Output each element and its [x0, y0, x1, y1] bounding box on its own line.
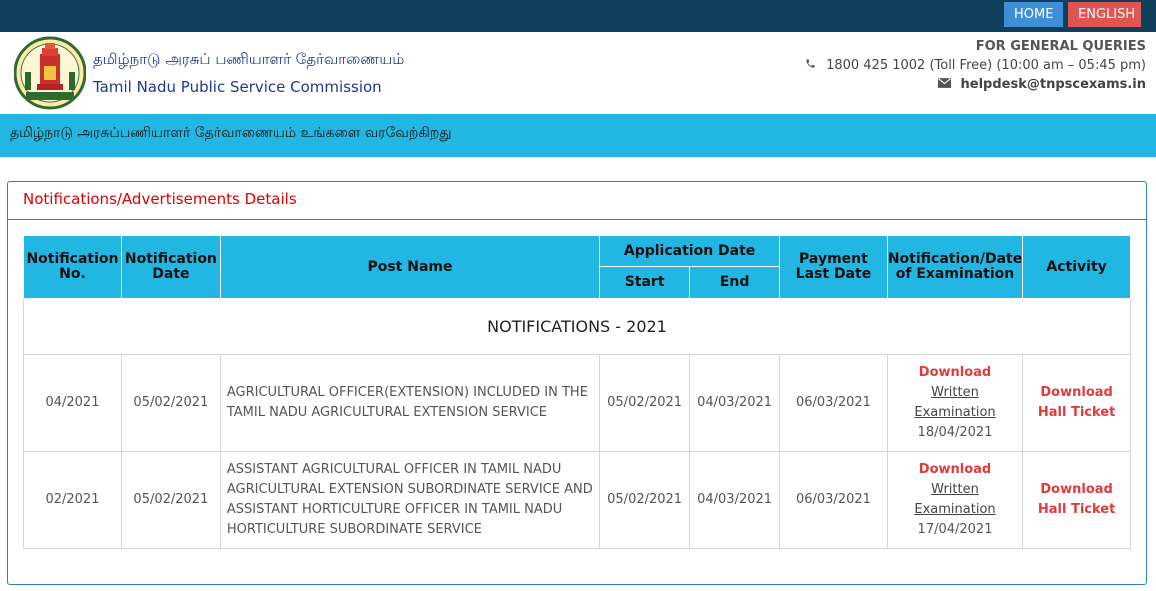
- org-name: Tamil Nadu Public Service Commission: [93, 78, 382, 96]
- phone-text: 1800 425 1002 (Toll Free) (10:00 am – 05…: [826, 58, 1146, 73]
- written-exam-link[interactable]: Written Examination: [894, 383, 1016, 423]
- download-notification-link[interactable]: Download: [894, 460, 1016, 480]
- cell-start: 05/02/2021: [599, 451, 691, 549]
- cell-start: 05/02/2021: [599, 354, 691, 452]
- table-row: 02/2021 05/02/2021 ASSISTANT AGRICULTURA…: [23, 451, 1131, 549]
- language-button[interactable]: ENGLISH: [1068, 2, 1141, 27]
- col-notification-no: Notification No.: [23, 235, 122, 299]
- email-row: helpdesk@tnpscexams.in: [805, 77, 1146, 92]
- col-post-name: Post Name: [219, 235, 601, 299]
- phone-row: 1800 425 1002 (Toll Free) (10:00 am – 05…: [805, 58, 1146, 73]
- download-notification-link[interactable]: Download: [894, 363, 1016, 383]
- col-notification-date: Notification Date: [120, 235, 221, 299]
- queries-title: FOR GENERAL QUERIES: [975, 39, 1146, 54]
- cell-post-name: ASSISTANT AGRICULTURAL OFFICER IN TAMIL …: [219, 451, 601, 549]
- exam-date: 18/04/2021: [917, 425, 993, 440]
- section-row: NOTIFICATIONS - 2021: [23, 298, 1131, 355]
- cell-payment-last: 06/03/2021: [779, 451, 888, 549]
- cell-notification-no: 02/2021: [23, 451, 122, 549]
- cell-end: 04/03/2021: [689, 354, 781, 452]
- cell-exam: Download Written Examination 17/04/2021: [886, 451, 1024, 549]
- welcome-banner: தமிழ்நாடு அரசுப்பணியாளர் தேர்வாணையம் உங்…: [0, 114, 1156, 157]
- col-exam-date: Notification/Date of Examination: [886, 235, 1024, 299]
- site-header: தமிழ்நாடு அரசுப் பணியாளர் தேர்வாணையம் Ta…: [0, 32, 1156, 114]
- section-title: NOTIFICATIONS - 2021: [23, 298, 1131, 355]
- col-application-date: Application Date: [599, 235, 781, 267]
- cell-notification-date: 05/02/2021: [120, 451, 221, 549]
- notifications-panel: Notifications/Advertisements Details Not…: [7, 181, 1147, 585]
- table-row: 04/2021 05/02/2021 AGRICULTURAL OFFICER(…: [23, 354, 1131, 452]
- cell-notification-date: 05/02/2021: [120, 354, 221, 452]
- notifications-table: Notification No. Notification Date Post …: [23, 235, 1131, 549]
- cell-activity: Download Hall Ticket: [1022, 354, 1131, 452]
- cell-payment-last: 06/03/2021: [779, 354, 888, 452]
- home-button[interactable]: HOME: [1004, 2, 1063, 27]
- col-payment-last-date: Payment Last Date: [779, 235, 888, 299]
- exam-date: 17/04/2021: [917, 522, 993, 537]
- written-exam-link[interactable]: Written Examination: [894, 480, 1016, 520]
- contact-info: FOR GENERAL QUERIES 1800 425 1002 (Toll …: [805, 39, 1146, 92]
- col-activity: Activity: [1022, 235, 1131, 299]
- cell-activity: Download Hall Ticket: [1022, 451, 1131, 549]
- cell-notification-no: 04/2021: [23, 354, 122, 452]
- col-end: End: [689, 266, 781, 299]
- top-bar: HOME ENGLISH: [0, 0, 1156, 32]
- download-hall-ticket-link[interactable]: Download Hall Ticket: [1029, 480, 1124, 520]
- cell-exam: Download Written Examination 18/04/2021: [886, 354, 1024, 452]
- cell-end: 04/03/2021: [689, 451, 781, 549]
- tn-emblem-logo[interactable]: [14, 36, 86, 110]
- org-name-tamil: தமிழ்நாடு அரசுப் பணியாளர் தேர்வாணையம்: [93, 50, 405, 68]
- phone-icon: [805, 58, 816, 73]
- download-hall-ticket-link[interactable]: Download Hall Ticket: [1029, 383, 1124, 423]
- panel-title: Notifications/Advertisements Details: [8, 182, 1146, 220]
- col-start: Start: [599, 266, 691, 299]
- envelope-icon: [937, 77, 951, 92]
- cell-post-name: AGRICULTURAL OFFICER(EXTENSION) INCLUDED…: [219, 354, 601, 452]
- email-link[interactable]: helpdesk@tnpscexams.in: [961, 77, 1146, 92]
